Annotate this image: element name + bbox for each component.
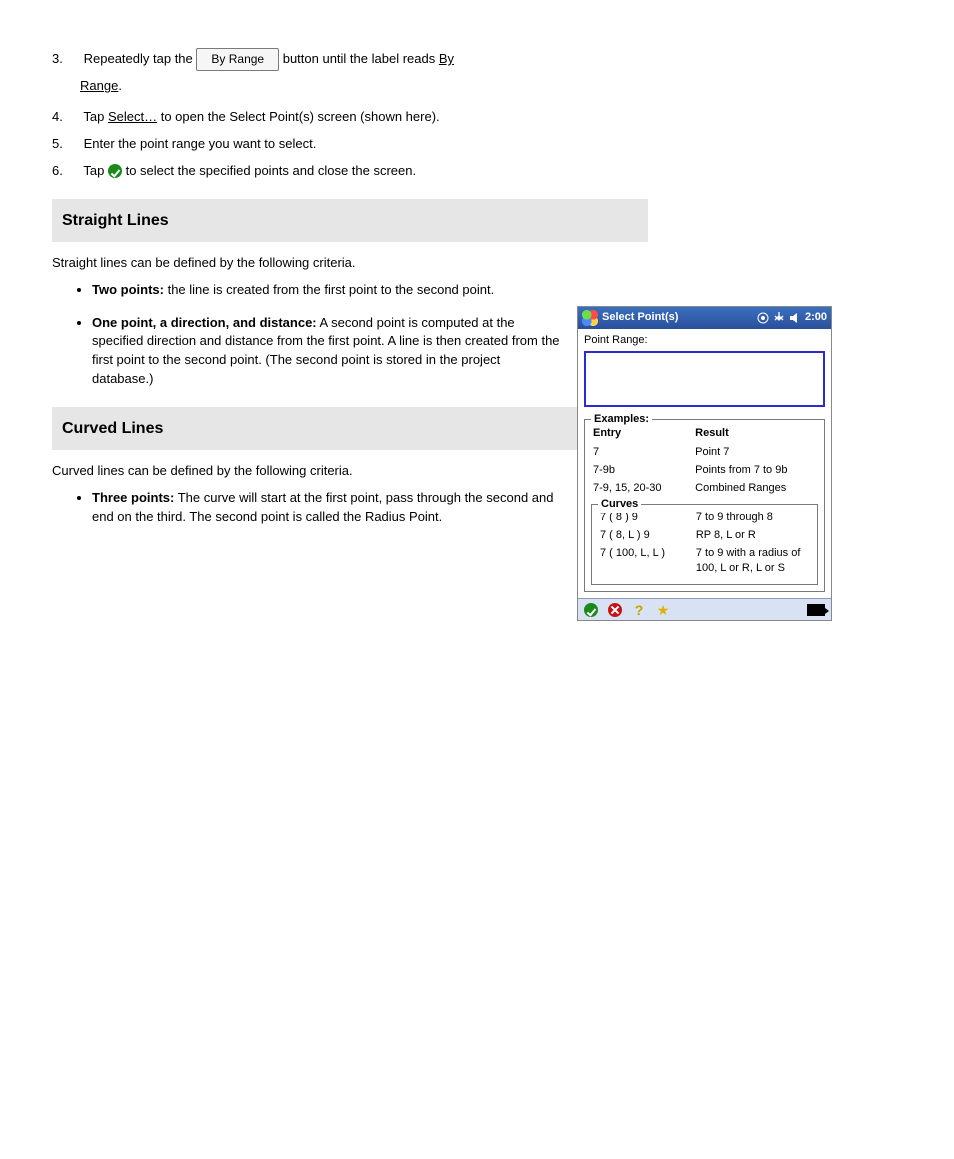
section-curved-lines-title: Curved Lines (52, 407, 648, 450)
connection-icon (773, 312, 785, 324)
curved-bullet-1-bold: Three points: (92, 490, 174, 505)
curves-result: 7 to 9 through 8 (694, 509, 811, 527)
example-entry: 7 (591, 444, 693, 462)
curves-result: RP 8, L or R (694, 527, 811, 545)
step-6-text-a: Tap (83, 163, 108, 178)
pocketpc-screenshot: Select Point(s) 2:00 Point Range: Exampl… (577, 306, 832, 621)
straight-bullet-1: Two points: the line is created from the… (92, 281, 562, 300)
step-3: 3. Repeatedly tap the By Range button un… (52, 48, 612, 71)
step-4: 4. Tap Select… to open the Select Point(… (52, 108, 572, 127)
straight-bullets: Two points: the line is created from the… (92, 281, 562, 389)
pocketpc-tray: 2:00 (757, 310, 827, 326)
pocketpc-body: Point Range: Examples: Entry Result 7 Po… (578, 329, 831, 598)
speaker-icon (789, 312, 801, 324)
example-entry: 7-9b (591, 462, 693, 480)
step-num-6: 6. (52, 162, 80, 181)
examples-fieldset: Examples: Entry Result 7 Point 7 7-9b Po… (584, 419, 825, 593)
straight-bullet-1-bold: Two points: (92, 282, 164, 297)
straight-bullet-2: One point, a direction, and distance: A … (92, 314, 562, 389)
favorite-icon[interactable]: ★ (656, 603, 670, 617)
examples-table: Entry Result 7 Point 7 7-9b Points from … (591, 424, 818, 498)
curves-entry: 7 ( 100, L, L ) (598, 545, 694, 579)
keyboard-icon[interactable] (807, 604, 825, 616)
step-4-text-a: Tap (83, 109, 108, 124)
example-row: 7-9b Points from 7 to 9b (591, 462, 818, 480)
point-range-input[interactable] (584, 351, 825, 407)
section-straight-lines-title: Straight Lines (52, 199, 648, 242)
curved-bullet-1: Three points: The curve will start at th… (92, 489, 562, 527)
straight-intro: Straight lines can be defined by the fol… (52, 254, 572, 273)
example-result: Point 7 (693, 444, 818, 462)
curves-entry: 7 ( 8, L ) 9 (598, 527, 694, 545)
examples-legend: Examples: (591, 412, 652, 428)
step-5-text: Enter the point range you want to select… (84, 136, 317, 151)
curves-result: 7 to 9 with a radius of 100, L or R, L o… (694, 545, 811, 579)
check-icon (108, 164, 122, 178)
step-num-5: 5. (52, 135, 80, 154)
step-4-text-b: to open the Select Point(s) screen (show… (157, 109, 440, 124)
curves-legend: Curves (598, 497, 641, 513)
cancel-icon[interactable] (608, 603, 622, 617)
point-range-label: Point Range: (584, 333, 825, 349)
ok-icon[interactable] (584, 603, 598, 617)
step-5: 5. Enter the point range you want to sel… (52, 135, 572, 154)
example-result: Points from 7 to 9b (693, 462, 818, 480)
step-3-period: . (118, 78, 122, 93)
by-range-button-illustration: By Range (196, 48, 279, 71)
example-row: 7-9, 15, 20-30 Combined Ranges (591, 480, 818, 498)
select-link: Select… (108, 109, 157, 124)
result-header: Result (693, 424, 818, 444)
straight-bullet-1-rest: the line is created from the first point… (164, 282, 494, 297)
curved-intro: Curved lines can be defined by the follo… (52, 462, 572, 481)
example-row: 7 Point 7 (591, 444, 818, 462)
curves-fieldset: Curves 7 ( 8 ) 9 7 to 9 through 8 7 ( 8,… (591, 504, 818, 586)
curves-row: 7 ( 100, L, L ) 7 to 9 with a radius of … (598, 545, 811, 579)
pocketpc-title: Select Point(s) (602, 310, 678, 326)
curves-table: 7 ( 8 ) 9 7 to 9 through 8 7 ( 8, L ) 9 … (598, 509, 811, 579)
pocketpc-bottombar: ? ★ (578, 598, 831, 620)
example-entry: 7-9, 15, 20-30 (591, 480, 693, 498)
step-3-text-b: button until the label reads By (283, 51, 454, 66)
step-3-text-a: Repeatedly tap the (84, 51, 193, 66)
curved-bullets: Three points: The curve will start at th… (92, 489, 562, 527)
pocketpc-titlebar: Select Point(s) 2:00 (578, 307, 831, 329)
pocketpc-time: 2:00 (805, 310, 827, 326)
example-result: Combined Ranges (693, 480, 818, 498)
step-6: 6. Tap to select the specified points an… (52, 162, 572, 181)
step-3-underline-range: Range (80, 78, 118, 93)
windows-flag-icon (582, 310, 598, 326)
help-icon[interactable]: ? (632, 603, 646, 617)
step-6-text-b: to select the specified points and close… (126, 163, 417, 178)
step-num-4: 4. (52, 108, 80, 127)
running-icon (757, 312, 769, 324)
step-num-3: 3. (52, 50, 80, 69)
straight-bullet-2-bold: One point, a direction, and distance: (92, 315, 317, 330)
curves-row: 7 ( 8, L ) 9 RP 8, L or R (598, 527, 811, 545)
step-3-continued: Range. (80, 77, 902, 96)
